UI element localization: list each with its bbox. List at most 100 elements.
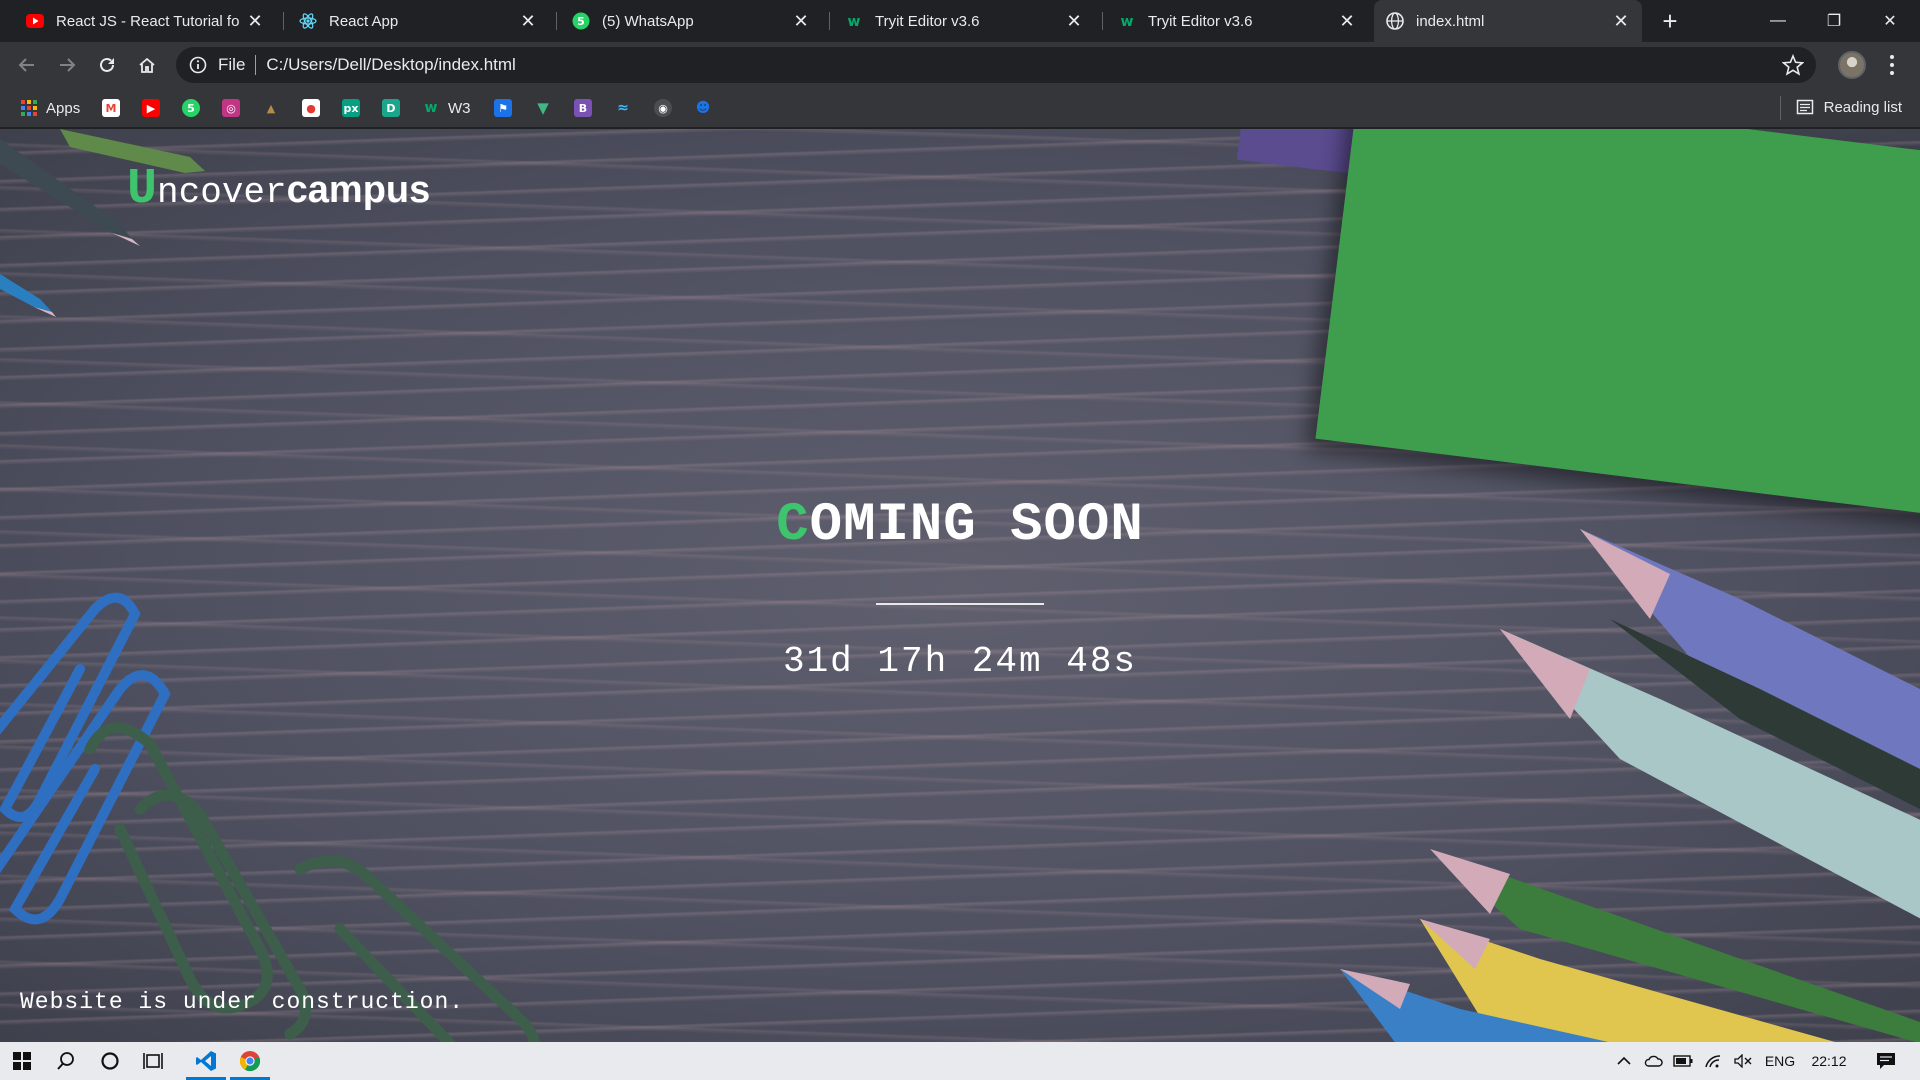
pexels-icon: px [342, 99, 360, 117]
tailwind-icon: ≈ [617, 100, 629, 116]
close-tab-icon[interactable]: ✕ [1612, 11, 1630, 32]
whatsapp-icon: 5 [572, 12, 590, 30]
tab-react-tutorial[interactable]: React JS - React Tutorial for E ✕ [14, 0, 276, 42]
home-button[interactable] [132, 50, 162, 80]
windows-taskbar: ENG 22:12 [0, 1042, 1920, 1080]
page-viewport: Uncovercampus COMING SOON 31d 17h 24m 48… [0, 129, 1920, 1042]
bookmark-instagram[interactable]: ◎ [222, 98, 240, 118]
instagram-icon: ◎ [222, 99, 240, 117]
robot-icon: ☻ [695, 100, 711, 116]
onedrive-icon[interactable] [1640, 1042, 1666, 1080]
close-tab-icon[interactable]: ✕ [792, 11, 810, 32]
close-tab-icon[interactable]: ✕ [246, 11, 264, 32]
bookmark-bootstrap[interactable]: B [574, 98, 592, 118]
home-icon [139, 57, 155, 73]
youtube-icon [26, 12, 44, 30]
w3schools-icon: w [424, 100, 438, 116]
bookmark-apps[interactable]: Apps [20, 98, 80, 118]
chrome-icon [239, 1051, 261, 1072]
bookmark-star-icon[interactable] [1782, 54, 1804, 76]
info-icon[interactable] [188, 55, 208, 75]
cortana-circle-icon [101, 1052, 119, 1070]
profile-avatar[interactable] [1838, 51, 1866, 79]
close-tab-icon[interactable]: ✕ [519, 11, 537, 32]
record-icon: ● [302, 99, 320, 117]
tray-overflow-icon[interactable] [1612, 1042, 1636, 1080]
tab-index-html[interactable]: index.html ✕ [1374, 0, 1642, 42]
reload-button[interactable] [92, 50, 122, 80]
d-icon: D [382, 99, 400, 117]
volume-muted-icon[interactable] [1730, 1042, 1756, 1080]
tab-title: index.html [1416, 12, 1485, 30]
bookmark-d[interactable]: D [382, 98, 400, 118]
bookmark-gmail[interactable]: M [102, 98, 120, 118]
heading-initial: C [776, 495, 810, 556]
bookmark-label: Apps [46, 99, 81, 117]
tab-title: React JS - React Tutorial for E [56, 12, 240, 30]
start-button[interactable] [0, 1042, 44, 1080]
minimize-button[interactable]: — [1750, 0, 1806, 42]
wifi-icon[interactable] [1700, 1042, 1726, 1080]
reading-list-button[interactable]: Reading list [1796, 98, 1902, 116]
bookmark-record[interactable]: ● [302, 98, 320, 118]
task-view-icon [143, 1053, 163, 1069]
new-tab-button[interactable]: + [1655, 6, 1685, 36]
tab-tryit-editor-2[interactable]: w Tryit Editor v3.6 ✕ [1106, 0, 1368, 42]
bookmark-pexels[interactable]: px [342, 98, 360, 118]
bookmarks-bar: Apps M ▶ 5 ◎ ▲ ● px D w W3 ⚑ ▼ B ≈ ◉ ☻ R… [0, 88, 1920, 128]
forward-button[interactable] [52, 50, 82, 80]
taskbar-chrome[interactable] [228, 1042, 272, 1080]
browser-toolbar: File C:/Users/Dell/Desktop/index.html [0, 42, 1920, 88]
scheme-label: File [218, 55, 246, 74]
tab-tryit-editor-1[interactable]: w Tryit Editor v3.6 ✕ [833, 0, 1095, 42]
close-tab-icon[interactable]: ✕ [1065, 11, 1083, 32]
countdown-timer: 31d 17h 24m 48s [782, 641, 1138, 682]
tab-react-app[interactable]: React App ✕ [287, 0, 549, 42]
coming-soon-heading: COMING SOON [0, 495, 1920, 556]
vscode-icon [196, 1051, 216, 1071]
tab-whatsapp[interactable]: 5 (5) WhatsApp ✕ [560, 0, 822, 42]
gmail-icon: M [102, 99, 120, 117]
url-text[interactable]: C:/Users/Dell/Desktop/index.html [266, 55, 515, 75]
notifications-icon[interactable] [1866, 1042, 1906, 1080]
site-logo[interactable]: Uncovercampus [127, 161, 430, 218]
react-icon [299, 12, 317, 30]
battery-icon[interactable] [1670, 1042, 1696, 1080]
reload-icon [100, 57, 114, 72]
bookmark-flag[interactable]: ⚑ [494, 98, 512, 118]
bookmark-w3schools[interactable]: w W3 [422, 98, 471, 118]
background-pencils [1340, 529, 1920, 1042]
restore-button[interactable]: ❐ [1806, 0, 1862, 42]
reading-list-label: Reading list [1823, 98, 1902, 116]
back-button[interactable] [12, 50, 42, 80]
bookmark-label: W3 [448, 99, 471, 117]
cortana-button[interactable] [88, 1042, 132, 1080]
youtube-icon: ▶ [142, 99, 160, 117]
menu-kebab-icon[interactable] [1884, 52, 1900, 78]
whatsapp-icon: 5 [182, 99, 200, 117]
close-window-button[interactable]: ✕ [1862, 0, 1918, 42]
bookmark-codechef[interactable]: ▲ [262, 98, 280, 118]
address-bar[interactable]: File C:/Users/Dell/Desktop/index.html [176, 47, 1816, 83]
bookmark-vue[interactable]: ▼ [534, 98, 552, 118]
bootstrap-icon: B [574, 99, 592, 117]
svg-text:5: 5 [577, 15, 585, 28]
bookmark-robot[interactable]: ☻ [694, 98, 712, 118]
taskbar-vscode[interactable] [184, 1042, 228, 1080]
clock[interactable]: 22:12 [1804, 1042, 1854, 1080]
bookmark-github[interactable]: ◉ [654, 98, 672, 118]
bookmark-whatsapp[interactable]: 5 [182, 98, 200, 118]
search-button[interactable] [44, 1042, 88, 1080]
bookmark-youtube[interactable]: ▶ [142, 98, 160, 118]
task-view-button[interactable] [132, 1042, 176, 1080]
tab-separator [829, 12, 830, 30]
bookmark-tailwind[interactable]: ≈ [614, 98, 632, 118]
tab-title: (5) WhatsApp [602, 12, 694, 30]
address-divider [255, 55, 257, 75]
heading-divider [876, 603, 1044, 605]
tab-separator [1102, 12, 1103, 30]
language-indicator[interactable]: ENG [1762, 1042, 1798, 1080]
arrow-right-icon [60, 58, 76, 72]
globe-icon [1386, 12, 1404, 30]
close-tab-icon[interactable]: ✕ [1338, 11, 1356, 32]
